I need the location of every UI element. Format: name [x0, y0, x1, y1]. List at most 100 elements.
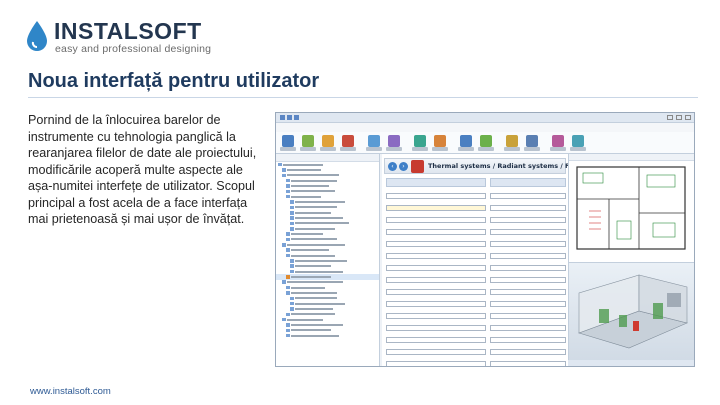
form-field[interactable] [386, 277, 486, 283]
tree-item-label [291, 329, 331, 332]
tree-node-icon [290, 216, 294, 220]
app-menubar [276, 123, 694, 132]
tree-list [276, 162, 379, 338]
maximize-icon[interactable] [676, 115, 682, 120]
tree-node-icon [282, 173, 286, 178]
floor-plan-view[interactable] [568, 154, 694, 262]
ribbon-label [432, 147, 448, 151]
ribbon-button[interactable] [368, 135, 380, 147]
form-field[interactable] [386, 193, 486, 199]
forward-button[interactable]: › [399, 162, 408, 171]
tree-item-label [295, 201, 345, 204]
form-field[interactable] [490, 313, 566, 319]
save-icon[interactable] [294, 115, 299, 120]
form-field[interactable] [490, 301, 566, 307]
form-field[interactable] [490, 253, 566, 259]
form-field[interactable] [386, 265, 486, 271]
water-drop-icon [27, 21, 47, 51]
ribbon-label [570, 147, 586, 151]
form-field[interactable] [490, 289, 566, 295]
tree-item-label [295, 270, 343, 273]
footer-website-link[interactable]: www.instalsoft.com [30, 386, 111, 397]
ribbon-button[interactable] [572, 135, 584, 147]
minimize-icon[interactable] [667, 115, 673, 120]
tree-item-label [287, 169, 321, 172]
form-field[interactable] [490, 241, 566, 247]
tree-item-label [295, 259, 347, 262]
tree-node-icon [282, 280, 286, 284]
tree-item-label [291, 275, 331, 278]
ribbon-button[interactable] [322, 135, 334, 147]
form-field[interactable] [490, 325, 566, 331]
ribbon-button[interactable] [506, 135, 518, 147]
tree-toolbar [276, 154, 379, 162]
tree-node-icon [286, 312, 290, 317]
tree-item-label [295, 211, 331, 214]
tree-node-icon [290, 296, 294, 301]
instalsoft-logo: INSTALSOFT easy and professional designi… [22, 18, 211, 56]
tree-node-icon [290, 307, 294, 311]
ribbon-button[interactable] [282, 135, 294, 147]
form-field[interactable] [490, 337, 566, 343]
project-tree-panel [276, 154, 380, 366]
tree-item-label [291, 313, 335, 316]
ribbon-button[interactable] [526, 135, 538, 147]
ribbon-button[interactable] [460, 135, 472, 147]
form-field[interactable] [490, 205, 566, 211]
form-field[interactable] [386, 229, 486, 235]
logo-wordmark: INSTALSOFT [54, 18, 202, 44]
form-field[interactable] [490, 265, 566, 271]
ribbon-button[interactable] [302, 135, 314, 147]
form-field[interactable] [386, 325, 486, 331]
form-field[interactable] [386, 337, 486, 343]
form-field[interactable] [386, 289, 486, 295]
tree-node-icon [286, 328, 290, 333]
form-field[interactable] [386, 301, 486, 307]
form-field[interactable] [386, 313, 486, 319]
ribbon-button[interactable] [552, 135, 564, 147]
close-icon[interactable] [685, 115, 691, 120]
ribbon-label [458, 147, 474, 151]
tree-item-label [287, 243, 345, 246]
ribbon-label [300, 147, 316, 151]
form-field[interactable] [490, 229, 566, 235]
logo-tagline: easy and professional designing [55, 43, 212, 55]
tree-node-icon [278, 162, 282, 167]
tree-node-icon [290, 221, 294, 226]
floor-plan-drawing [576, 166, 686, 250]
open-icon[interactable] [287, 115, 292, 120]
ribbon-button[interactable] [388, 135, 400, 147]
form-field[interactable] [490, 193, 566, 199]
form-field[interactable] [490, 361, 566, 366]
tree-item[interactable] [276, 333, 379, 338]
tree-node-icon [290, 211, 294, 215]
form-field[interactable] [386, 349, 486, 355]
form-field[interactable] [386, 217, 486, 223]
form-field[interactable] [386, 253, 486, 259]
form-field[interactable] [386, 205, 486, 211]
tree-item-label [295, 302, 345, 305]
tree-node-icon [290, 264, 294, 268]
slide-title: Noua interfață pentru utilizator [28, 70, 320, 92]
tree-node-icon [282, 317, 286, 322]
form-field[interactable] [490, 349, 566, 355]
ribbon-button[interactable] [480, 135, 492, 147]
form-field[interactable] [490, 217, 566, 223]
form-field[interactable] [386, 361, 486, 366]
status-bar [568, 360, 694, 366]
back-button[interactable]: ‹ [388, 162, 397, 171]
ribbon-button[interactable] [414, 135, 426, 147]
tree-item-label [291, 233, 323, 236]
tree-item-label [291, 291, 337, 294]
tree-item-label [283, 163, 323, 166]
tree-item-label [291, 190, 335, 193]
3d-model-drawing [578, 274, 688, 349]
ribbon-button[interactable] [342, 135, 354, 147]
tree-node-icon [290, 259, 294, 263]
new-icon[interactable] [280, 115, 285, 120]
ribbon-button[interactable] [434, 135, 446, 147]
form-field[interactable] [490, 277, 566, 283]
3d-view[interactable] [568, 262, 694, 366]
form-field[interactable] [386, 241, 486, 247]
tree-item-label [291, 249, 329, 252]
